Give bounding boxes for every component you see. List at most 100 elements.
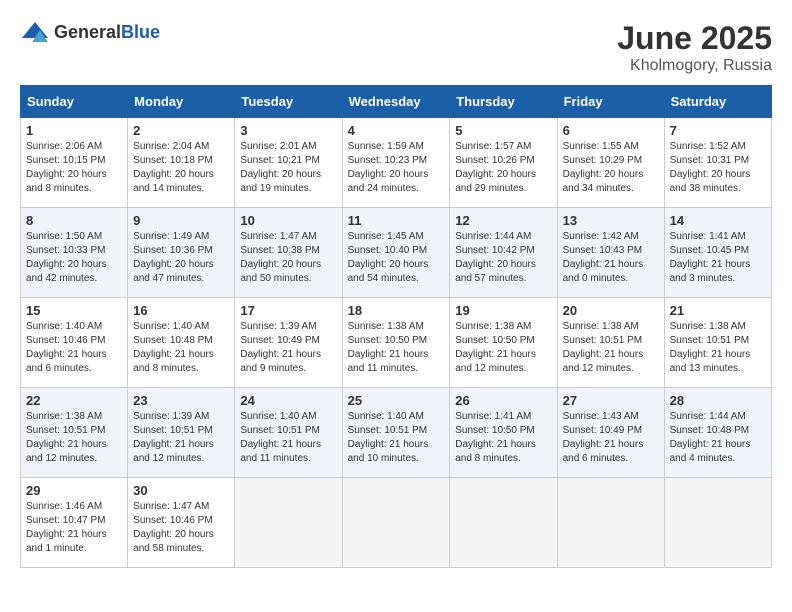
- weekday-header: Wednesday: [342, 86, 450, 118]
- calendar-day-cell: 20Sunrise: 1:38 AMSunset: 10:51 PMDaylig…: [557, 298, 664, 388]
- calendar-day-cell: 13 Sunrise: 1:42 AMSunset: 10:43 PMDaylig…: [557, 208, 664, 298]
- day-info: Sunrise: 1:38 AMSunset: 10:50 PMDaylight…: [348, 320, 445, 376]
- calendar-week-row: 8 Sunrise: 1:50 AMSunset: 10:33 PMDayligh…: [21, 208, 772, 298]
- calendar-day-cell: 7 Sunrise: 1:52 AMSunset: 10:31 PMDayligh…: [664, 118, 771, 208]
- day-number: 23: [133, 393, 229, 408]
- calendar-day-cell: 28Sunrise: 1:44 AMSunset: 10:48 PMDaylig…: [664, 388, 771, 478]
- calendar-day-cell: 26 Sunrise: 1:41 AMSunset: 10:50 PMDaylig…: [450, 388, 557, 478]
- calendar-day-cell: [557, 478, 664, 568]
- day-info: Sunrise: 1:44 AMSunset: 10:48 PMDaylight…: [670, 410, 766, 466]
- calendar-day-cell: 4 Sunrise: 1:59 AMSunset: 10:23 PMDayligh…: [342, 118, 450, 208]
- day-number: 11: [348, 213, 445, 228]
- day-info: Sunrise: 1:57 AMSunset: 10:26 PMDaylight…: [455, 140, 551, 196]
- day-number: 29: [26, 483, 122, 498]
- calendar-day-cell: 1 Sunrise: 2:06 AMSunset: 10:15 PMDayligh…: [21, 118, 128, 208]
- day-number: 18: [348, 303, 445, 318]
- day-info: Sunrise: 1:47 AMSunset: 10:38 PMDaylight…: [240, 230, 336, 286]
- day-info: Sunrise: 1:42 AMSunset: 10:43 PMDaylight…: [563, 230, 659, 286]
- day-info: Sunrise: 1:40 AMSunset: 10:51 PMDaylight…: [240, 410, 336, 466]
- calendar-day-cell: 29 Sunrise: 1:46 AMSunset: 10:47 PMDaylig…: [21, 478, 128, 568]
- day-info: Sunrise: 1:40 AMSunset: 10:51 PMDaylight…: [348, 410, 445, 466]
- day-number: 8: [26, 213, 122, 228]
- day-info: Sunrise: 1:39 AMSunset: 10:51 PMDaylight…: [133, 410, 229, 466]
- calendar-day-cell: [342, 478, 450, 568]
- logo: GeneralBlue: [20, 20, 160, 44]
- day-info: Sunrise: 1:41 AMSunset: 10:50 PMDaylight…: [455, 410, 551, 466]
- calendar-table: SundayMondayTuesdayWednesdayThursdayFrid…: [20, 85, 772, 568]
- calendar-week-row: 15 Sunrise: 1:40 AMSunset: 10:46 PMDaylig…: [21, 298, 772, 388]
- day-info: Sunrise: 1:52 AMSunset: 10:31 PMDaylight…: [670, 140, 766, 196]
- weekday-header: Thursday: [450, 86, 557, 118]
- logo-text-blue: Blue: [121, 22, 160, 42]
- calendar-day-cell: [450, 478, 557, 568]
- day-number: 13: [563, 213, 659, 228]
- day-info: Sunrise: 1:47 AMSunset: 10:46 PMDaylight…: [133, 500, 229, 556]
- calendar-day-cell: 11 Sunrise: 1:45 AMSunset: 10:40 PMDaylig…: [342, 208, 450, 298]
- weekday-header: Monday: [128, 86, 235, 118]
- day-info: Sunrise: 1:59 AMSunset: 10:23 PMDaylight…: [348, 140, 445, 196]
- day-info: Sunrise: 1:45 AMSunset: 10:40 PMDaylight…: [348, 230, 445, 286]
- day-info: Sunrise: 1:38 AMSunset: 10:50 PMDaylight…: [455, 320, 551, 376]
- day-number: 1: [26, 123, 122, 138]
- calendar-day-cell: 19 Sunrise: 1:38 AMSunset: 10:50 PMDaylig…: [450, 298, 557, 388]
- month-title: June 2025: [617, 20, 772, 57]
- day-info: Sunrise: 1:38 AMSunset: 10:51 PMDaylight…: [26, 410, 122, 466]
- day-number: 14: [670, 213, 766, 228]
- weekday-header: Saturday: [664, 86, 771, 118]
- calendar-day-cell: 15 Sunrise: 1:40 AMSunset: 10:46 PMDaylig…: [21, 298, 128, 388]
- day-number: 19: [455, 303, 551, 318]
- day-number: 21: [670, 303, 766, 318]
- title-area: June 2025 Kholmogory, Russia: [617, 20, 772, 75]
- day-info: Sunrise: 1:39 AMSunset: 10:49 PMDaylight…: [240, 320, 336, 376]
- day-info: Sunrise: 2:01 AMSunset: 10:21 PMDaylight…: [240, 140, 336, 196]
- page-header: GeneralBlue June 2025 Kholmogory, Russia: [20, 20, 772, 75]
- calendar-day-cell: 8 Sunrise: 1:50 AMSunset: 10:33 PMDayligh…: [21, 208, 128, 298]
- day-info: Sunrise: 1:41 AMSunset: 10:45 PMDaylight…: [670, 230, 766, 286]
- day-number: 2: [133, 123, 229, 138]
- day-number: 24: [240, 393, 336, 408]
- calendar-day-cell: 6Sunrise: 1:55 AMSunset: 10:29 PMDayligh…: [557, 118, 664, 208]
- day-number: 27: [563, 393, 659, 408]
- calendar-day-cell: 2 Sunrise: 2:04 AMSunset: 10:18 PMDayligh…: [128, 118, 235, 208]
- weekday-header: Friday: [557, 86, 664, 118]
- calendar-day-cell: [664, 478, 771, 568]
- calendar-day-cell: 25Sunrise: 1:40 AMSunset: 10:51 PMDaylig…: [342, 388, 450, 478]
- day-info: Sunrise: 1:50 AMSunset: 10:33 PMDaylight…: [26, 230, 122, 286]
- day-number: 3: [240, 123, 336, 138]
- calendar-day-cell: 5Sunrise: 1:57 AMSunset: 10:26 PMDayligh…: [450, 118, 557, 208]
- day-number: 22: [26, 393, 122, 408]
- calendar-week-row: 29 Sunrise: 1:46 AMSunset: 10:47 PMDaylig…: [21, 478, 772, 568]
- calendar-day-cell: 21 Sunrise: 1:38 AMSunset: 10:51 PMDaylig…: [664, 298, 771, 388]
- day-info: Sunrise: 1:40 AMSunset: 10:46 PMDaylight…: [26, 320, 122, 376]
- calendar-day-cell: 16Sunrise: 1:40 AMSunset: 10:48 PMDaylig…: [128, 298, 235, 388]
- day-info: Sunrise: 1:55 AMSunset: 10:29 PMDaylight…: [563, 140, 659, 196]
- day-number: 7: [670, 123, 766, 138]
- day-number: 12: [455, 213, 551, 228]
- calendar-day-cell: [235, 478, 342, 568]
- logo-icon: [20, 20, 50, 44]
- calendar-day-cell: 22 Sunrise: 1:38 AMSunset: 10:51 PMDaylig…: [21, 388, 128, 478]
- calendar-day-cell: 24 Sunrise: 1:40 AMSunset: 10:51 PMDaylig…: [235, 388, 342, 478]
- day-number: 15: [26, 303, 122, 318]
- calendar-day-cell: 14 Sunrise: 1:41 AMSunset: 10:45 PMDaylig…: [664, 208, 771, 298]
- calendar-day-cell: 30 Sunrise: 1:47 AMSunset: 10:46 PMDaylig…: [128, 478, 235, 568]
- calendar-day-cell: 10Sunrise: 1:47 AMSunset: 10:38 PMDaylig…: [235, 208, 342, 298]
- location-title: Kholmogory, Russia: [617, 57, 772, 75]
- day-number: 20: [563, 303, 659, 318]
- weekday-header: Sunday: [21, 86, 128, 118]
- day-number: 16: [133, 303, 229, 318]
- day-number: 26: [455, 393, 551, 408]
- day-info: Sunrise: 2:06 AMSunset: 10:15 PMDaylight…: [26, 140, 122, 196]
- day-info: Sunrise: 2:04 AMSunset: 10:18 PMDaylight…: [133, 140, 229, 196]
- day-number: 17: [240, 303, 336, 318]
- day-number: 30: [133, 483, 229, 498]
- calendar-day-cell: 17 Sunrise: 1:39 AMSunset: 10:49 PMDaylig…: [235, 298, 342, 388]
- calendar-day-cell: 3 Sunrise: 2:01 AMSunset: 10:21 PMDayligh…: [235, 118, 342, 208]
- day-info: Sunrise: 1:46 AMSunset: 10:47 PMDaylight…: [26, 500, 122, 556]
- day-info: Sunrise: 1:43 AMSunset: 10:49 PMDaylight…: [563, 410, 659, 466]
- calendar-week-row: 1 Sunrise: 2:06 AMSunset: 10:15 PMDayligh…: [21, 118, 772, 208]
- day-number: 4: [348, 123, 445, 138]
- day-info: Sunrise: 1:38 AMSunset: 10:51 PMDaylight…: [670, 320, 766, 376]
- weekday-header: Tuesday: [235, 86, 342, 118]
- logo-text-general: General: [54, 22, 121, 42]
